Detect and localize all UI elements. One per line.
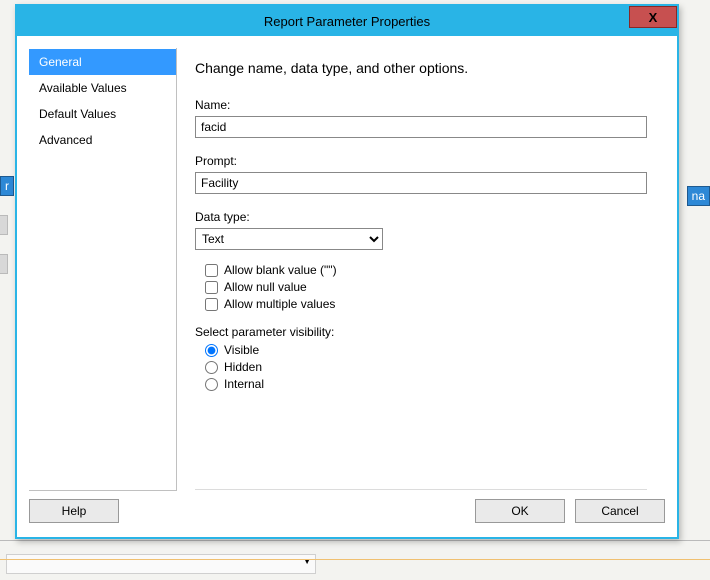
radio-input[interactable]	[205, 344, 218, 357]
sidebar-item-label: General	[39, 55, 82, 69]
name-input[interactable]	[195, 116, 647, 138]
checkbox-input[interactable]	[205, 264, 218, 277]
radio-label: Hidden	[224, 360, 262, 374]
datatype-select[interactable]: Text	[195, 228, 383, 250]
visibility-internal-radio[interactable]: Internal	[195, 377, 647, 391]
radio-label: Internal	[224, 377, 264, 391]
dialog-body: General Available Values Default Values …	[17, 36, 677, 537]
title-bar: Report Parameter Properties X	[17, 6, 677, 36]
bg-dropdown-fragment: ▼	[6, 554, 316, 574]
button-bar: Help OK Cancel	[29, 497, 665, 525]
sidebar-item-general[interactable]: General	[29, 49, 176, 75]
allow-multiple-checkbox[interactable]: Allow multiple values	[195, 297, 647, 311]
close-icon: X	[649, 10, 658, 25]
allow-blank-checkbox[interactable]: Allow blank value ("")	[195, 263, 647, 277]
sidebar-item-advanced[interactable]: Advanced	[29, 127, 176, 153]
separator	[195, 489, 647, 490]
checkbox-input[interactable]	[205, 281, 218, 294]
sidebar-item-default-values[interactable]: Default Values	[29, 101, 176, 127]
visibility-hidden-radio[interactable]: Hidden	[195, 360, 647, 374]
sidebar-item-label: Default Values	[39, 107, 116, 121]
prompt-input[interactable]	[195, 172, 647, 194]
ok-button[interactable]: OK	[475, 499, 565, 523]
bg-tag-right: na	[687, 186, 710, 206]
panel-heading: Change name, data type, and other option…	[195, 60, 647, 76]
chevron-down-icon: ▼	[299, 555, 315, 566]
help-button[interactable]: Help	[29, 499, 119, 523]
datatype-label: Data type:	[195, 210, 647, 224]
radio-input[interactable]	[205, 361, 218, 374]
sidebar-item-label: Advanced	[39, 133, 92, 147]
visibility-visible-radio[interactable]: Visible	[195, 343, 647, 357]
sidebar-item-available-values[interactable]: Available Values	[29, 75, 176, 101]
window-title: Report Parameter Properties	[264, 14, 430, 29]
sidebar: General Available Values Default Values …	[29, 48, 177, 491]
bg-tag-left: r	[0, 176, 14, 196]
checkbox-label: Allow multiple values	[224, 297, 335, 311]
checkbox-input[interactable]	[205, 298, 218, 311]
allow-null-checkbox[interactable]: Allow null value	[195, 280, 647, 294]
radio-label: Visible	[224, 343, 259, 357]
radio-input[interactable]	[205, 378, 218, 391]
checkbox-label: Allow null value	[224, 280, 307, 294]
cancel-button[interactable]: Cancel	[575, 499, 665, 523]
checkbox-label: Allow blank value ("")	[224, 263, 337, 277]
visibility-label: Select parameter visibility:	[195, 325, 647, 339]
sidebar-item-label: Available Values	[39, 81, 127, 95]
close-button[interactable]: X	[629, 6, 677, 28]
dialog-report-parameter-properties: Report Parameter Properties X General Av…	[15, 4, 679, 539]
name-label: Name:	[195, 98, 647, 112]
prompt-label: Prompt:	[195, 154, 647, 168]
main-panel: Change name, data type, and other option…	[177, 48, 665, 491]
